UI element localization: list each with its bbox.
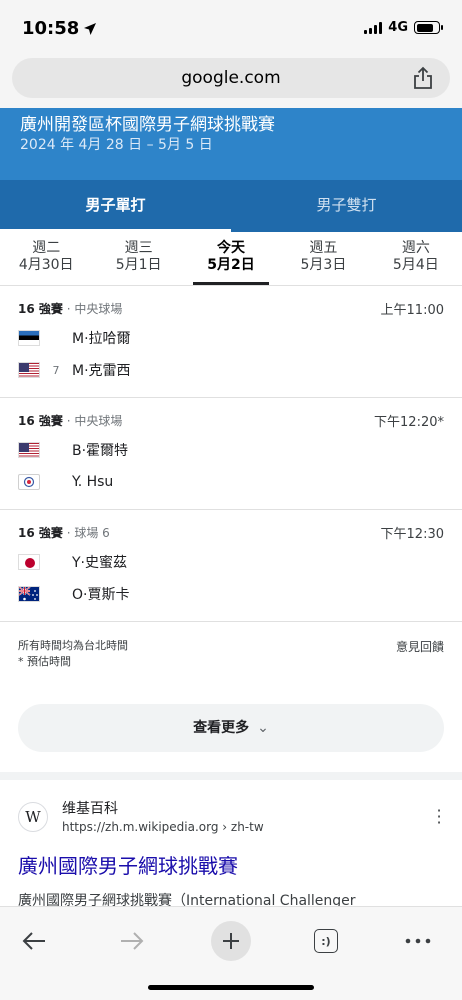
back-icon[interactable] — [14, 921, 54, 961]
battery-icon — [414, 21, 443, 34]
clock-text: 10:58 — [22, 18, 80, 39]
match-info: 16 強賽 · 球場 6 — [18, 524, 110, 541]
chinese-taipei-flag-icon — [18, 474, 40, 490]
estonia-flag-icon — [18, 330, 40, 346]
match-round: 16 強賽 — [18, 302, 63, 316]
status-bar: 10:58 4G — [0, 0, 462, 56]
new-tab-icon[interactable] — [211, 921, 251, 961]
usa-flag-icon — [18, 442, 40, 458]
day-date: 5月4日 — [392, 257, 439, 273]
tournament-header: 廣州開發區杯國際男子網球挑戰賽 2024 年 4月 28 日 – 5月 5 日 — [0, 108, 462, 180]
tournament-dates: 2024 年 4月 28 日 – 5月 5 日 — [20, 137, 213, 153]
wikipedia-logo-icon: W — [18, 802, 48, 832]
more-menu-icon[interactable] — [398, 921, 438, 961]
day-name: 週六 — [401, 240, 430, 256]
tab-mens-singles[interactable]: 男子單打 — [0, 180, 231, 232]
player-name: O·賈斯卡 — [72, 587, 130, 603]
match-court: · 中央球場 — [66, 414, 123, 428]
network-type: 4G — [388, 20, 408, 35]
day-tab-today[interactable]: 今天 5月2日 — [185, 232, 277, 285]
day-tab[interactable]: 週五 5月3日 — [277, 232, 369, 285]
day-tab[interactable]: 週三 5月1日 — [92, 232, 184, 285]
player-name: M·克雷西 — [72, 363, 131, 379]
section-divider — [0, 772, 462, 780]
match-time: 下午12:30 — [380, 527, 444, 542]
player-seed: 7 — [52, 363, 60, 377]
player-row: O·賈斯卡 — [18, 582, 129, 606]
result-url[interactable]: https://zh.m.wikipedia.org › zh-tw — [62, 820, 264, 834]
player-name: Y·史蜜茲 — [72, 555, 128, 571]
tab-mens-doubles[interactable]: 男子雙打 — [231, 180, 462, 232]
player-row: M·拉哈爾 — [18, 326, 131, 350]
match-round: 16 強賽 — [18, 526, 63, 540]
match-card[interactable]: 16 強賽 · 中央球場 下午12:20* B·霍爾特 Y. Hsu — [0, 398, 462, 510]
day-date: 5月3日 — [300, 257, 347, 273]
match-court: · 中央球場 — [66, 302, 123, 316]
show-more-button[interactable]: 查看更多 ⌄ — [18, 704, 444, 752]
australia-flag-icon — [18, 586, 40, 602]
location-arrow-icon — [84, 22, 97, 35]
status-indicators: 4G — [364, 20, 443, 35]
timezone-note: 所有時間均為台北時間 — [18, 639, 128, 652]
chevron-down-icon: ⌄ — [257, 720, 269, 736]
show-more-label: 查看更多 — [193, 720, 250, 736]
result-title-link[interactable]: 廣州國際男子網球挑戰賽 — [18, 850, 238, 879]
player-name: B·霍爾特 — [72, 443, 129, 459]
feedback-link[interactable]: 意見回饋 — [396, 638, 444, 655]
player-row: Y. Hsu — [18, 470, 113, 494]
forward-icon[interactable] — [112, 921, 152, 961]
japan-flag-icon — [18, 554, 40, 570]
event-tabs: 男子單打 男子雙打 — [0, 180, 462, 232]
url-text: google.com — [181, 68, 281, 88]
tournament-title: 廣州開發區杯國際男子網球挑戰賽 — [20, 115, 275, 135]
tabs-icon: :) — [314, 929, 338, 953]
timezone-notes: 所有時間均為台北時間 * 預估時間 — [18, 638, 128, 670]
match-card[interactable]: 16 強賽 · 球場 6 下午12:30 Y·史蜜茲 O·賈斯卡 — [0, 510, 462, 622]
day-tab[interactable]: 週六 5月4日 — [370, 232, 462, 285]
player-row: 7 M·克雷西 — [18, 358, 131, 382]
match-time: 上午11:00 — [380, 303, 444, 318]
share-icon[interactable] — [412, 66, 434, 90]
day-name: 週三 — [124, 240, 153, 256]
player-name: M·拉哈爾 — [72, 331, 131, 347]
address-bar-area: google.com — [0, 56, 462, 108]
day-tab[interactable]: 週二 4月30日 — [0, 232, 92, 285]
tabs-button[interactable]: :) — [306, 921, 346, 961]
day-selector: 週二 4月30日 週三 5月1日 今天 5月2日 週五 5月3日 週六 5月4日 — [0, 232, 462, 286]
day-name: 週二 — [32, 240, 61, 256]
match-card[interactable]: 16 強賽 · 中央球場 上午11:00 M·拉哈爾 7 M·克雷西 — [0, 286, 462, 398]
home-indicator[interactable] — [148, 985, 314, 990]
player-row: Y·史蜜茲 — [18, 550, 127, 574]
match-info: 16 強賽 · 中央球場 — [18, 412, 122, 429]
match-info: 16 強賽 · 中央球場 — [18, 300, 122, 317]
result-site-name[interactable]: 维基百科 — [62, 798, 118, 818]
status-time: 10:58 — [22, 18, 97, 39]
match-court: · 球場 6 — [66, 526, 110, 540]
day-date: 5月1日 — [115, 257, 162, 273]
day-name: 週五 — [309, 240, 338, 256]
day-date: 5月2日 — [207, 257, 255, 273]
day-date: 4月30日 — [18, 257, 74, 273]
signal-icon — [364, 21, 383, 34]
estimate-note: * 預估時間 — [18, 655, 71, 668]
more-options-icon[interactable]: · · · — [436, 803, 442, 831]
player-row: B·霍爾特 — [18, 438, 128, 462]
day-name: 今天 — [217, 240, 246, 256]
usa-flag-icon — [18, 362, 40, 378]
address-bar[interactable]: google.com — [12, 58, 450, 98]
player-name: Y. Hsu — [72, 474, 114, 490]
match-round: 16 強賽 — [18, 414, 63, 428]
match-time: 下午12:20* — [374, 415, 444, 430]
